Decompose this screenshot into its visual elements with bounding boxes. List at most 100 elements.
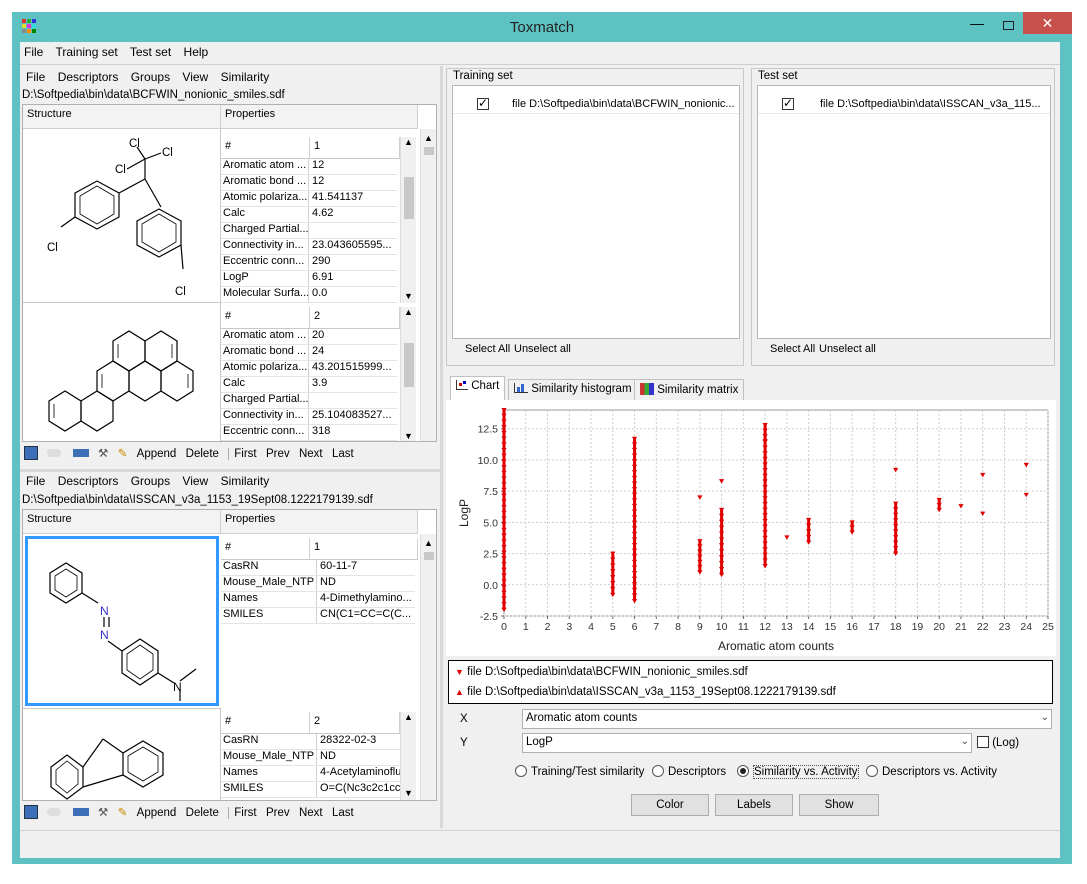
maximize-button[interactable]	[995, 16, 1021, 36]
property-row[interactable]: Aromatic bond ... 12	[221, 175, 397, 191]
edit-row-icon[interactable]	[72, 449, 89, 457]
property-row[interactable]: Aromatic bond ... 24	[221, 345, 397, 361]
tab-similarity-histogram[interactable]: Similarity histogram	[508, 379, 638, 401]
bottom-menu-similarity[interactable]: Similarity	[221, 474, 270, 488]
labels-button[interactable]: Labels	[715, 794, 793, 816]
top-menu-file[interactable]: File	[26, 70, 45, 84]
test-unselect-all[interactable]: Unselect all	[819, 343, 876, 355]
property-row[interactable]: Connectivity in... 23.043605595...	[221, 239, 397, 255]
property-row[interactable]: Atomic polariza... 41.541137	[221, 191, 397, 207]
tab-similarity-matrix[interactable]: Similarity matrix	[634, 379, 745, 401]
save-icon[interactable]	[24, 446, 38, 460]
scroll-up-arrow[interactable]: ▲	[424, 133, 433, 143]
property-scrollbar[interactable]: ▲ ▼	[400, 137, 416, 303]
erase-icon[interactable]	[47, 449, 62, 457]
tools-icon[interactable]: ⚒	[98, 448, 108, 460]
scroll-thumb[interactable]	[404, 177, 414, 219]
scroll-down-arrow[interactable]: ▼	[404, 431, 413, 441]
radio-training-test-similarity[interactable]: Training/Test similarity	[515, 765, 644, 778]
property-row[interactable]: Eccentric conn... 290	[221, 255, 397, 271]
tab-chart[interactable]: Chart	[450, 376, 506, 400]
x-axis-select[interactable]: Aromatic atom counts ⌄	[522, 709, 1052, 729]
menu-test-set[interactable]: Test set	[130, 45, 171, 59]
last-button[interactable]: Last	[332, 807, 354, 819]
property-row[interactable]: Connectivity in... 25.104083527...	[221, 409, 397, 425]
prev-button[interactable]: Prev	[266, 807, 290, 819]
log-checkbox[interactable]	[977, 736, 989, 748]
test-select-all[interactable]: Select All	[770, 343, 815, 355]
training-unselect-all[interactable]: Unselect all	[514, 343, 571, 355]
radio-descriptors-vs-activity[interactable]: Descriptors vs. Activity	[866, 765, 997, 778]
append-button[interactable]: Append	[137, 807, 177, 819]
top-menu-groups[interactable]: Groups	[131, 70, 170, 84]
pencil-icon[interactable]: ✎	[118, 448, 128, 460]
property-row[interactable]: CasRN 28322-02-3	[221, 734, 401, 750]
top-menu-similarity[interactable]: Similarity	[221, 70, 270, 84]
delete-button[interactable]: Delete	[186, 448, 219, 460]
y-axis-select[interactable]: LogP ⌄	[522, 733, 972, 753]
radio-descriptors[interactable]: Descriptors	[652, 765, 726, 778]
training-select-all[interactable]: Select All	[465, 343, 510, 355]
bottom-menu-groups[interactable]: Groups	[131, 474, 170, 488]
structure-column-header[interactable]: Structure	[23, 105, 221, 129]
scroll-up-arrow[interactable]: ▲	[404, 137, 413, 147]
scroll-up-arrow[interactable]: ▲	[404, 712, 413, 722]
bottom-menu-descriptors[interactable]: Descriptors	[58, 474, 119, 488]
property-scrollbar[interactable]: ▲ ▼	[400, 712, 416, 800]
close-button[interactable]: ✕	[1023, 12, 1072, 34]
property-scrollbar[interactable]: ▲ ▼	[400, 307, 416, 441]
log-checkbox-group[interactable]: (Log)	[977, 736, 1019, 749]
delete-button[interactable]: Delete	[186, 807, 219, 819]
first-button[interactable]: First	[228, 807, 257, 819]
property-row[interactable]: Molecular Surfa... 0.0	[221, 287, 397, 303]
tools-icon[interactable]: ⚒	[98, 807, 108, 819]
scroll-up-arrow[interactable]: ▲	[404, 307, 413, 317]
property-row[interactable]: Names4-Acetylaminoflu...	[221, 766, 401, 782]
properties-column-header[interactable]: Properties	[221, 105, 418, 129]
top-menu-view[interactable]: View	[182, 70, 208, 84]
vertical-splitter[interactable]	[440, 66, 443, 828]
structure-cell[interactable]	[23, 303, 221, 441]
next-button[interactable]: Next	[299, 807, 323, 819]
scroll-thumb[interactable]	[424, 552, 434, 560]
last-button[interactable]: Last	[332, 448, 354, 460]
first-button[interactable]: First	[228, 448, 257, 460]
test-file-item[interactable]: file D:\Softpedia\bin\data\ISSCAN_v3a_11…	[758, 96, 1050, 114]
property-row[interactable]: Charged Partial...	[221, 393, 397, 409]
scroll-down-arrow[interactable]: ▼	[404, 291, 413, 301]
property-row[interactable]: Charged Partial...	[221, 223, 397, 239]
training-file-checkbox[interactable]	[477, 96, 489, 110]
radio-similarity-vs-activity[interactable]: Similarity vs. Activity	[737, 765, 859, 779]
scroll-up-arrow[interactable]: ▲	[424, 538, 433, 548]
property-row[interactable]: Calc 3.9	[221, 377, 397, 393]
menu-file[interactable]: File	[24, 45, 43, 59]
menu-training-set[interactable]: Training set	[55, 45, 117, 59]
property-row[interactable]: SMILES CN(C1=CC=C(C...	[221, 608, 415, 624]
property-row[interactable]: Aromatic atom ... 20	[221, 329, 397, 345]
pencil-icon[interactable]: ✎	[118, 807, 128, 819]
test-file-checkbox[interactable]	[782, 96, 794, 110]
property-row[interactable]: CasRN 60-11-7	[221, 560, 415, 576]
property-row[interactable]: LogP 6.91	[221, 271, 397, 287]
training-file-item[interactable]: file D:\Softpedia\bin\data\BCFWIN_nonion…	[453, 96, 739, 114]
scatter-chart[interactable]: 0 1 2 3 4 5 6 7 8 9 10 11 12 13 14 15 16 17 18 19 20 21 22 23 24…	[446, 400, 1056, 656]
next-button[interactable]: Next	[299, 448, 323, 460]
properties-column-header[interactable]: Properties	[221, 510, 418, 534]
property-row[interactable]: Mouse_Male_NTP ND	[221, 750, 401, 766]
erase-icon[interactable]	[47, 808, 62, 816]
append-button[interactable]: Append	[137, 448, 177, 460]
structure-cell[interactable]	[23, 708, 221, 800]
scroll-down-arrow[interactable]: ▼	[404, 788, 413, 798]
property-row[interactable]: Names 4-Dimethylamino...	[221, 592, 415, 608]
table-scrollbar[interactable]: ▲	[420, 129, 436, 441]
bottom-menu-file[interactable]: File	[26, 474, 45, 488]
bottom-menu-view[interactable]: View	[182, 474, 208, 488]
show-button[interactable]: Show	[799, 794, 879, 816]
top-menu-descriptors[interactable]: Descriptors	[58, 70, 119, 84]
property-row[interactable]: Eccentric conn... 318	[221, 425, 397, 441]
scroll-thumb[interactable]	[424, 147, 434, 155]
structure-column-header[interactable]: Structure	[23, 510, 221, 534]
scroll-thumb[interactable]	[404, 343, 414, 387]
table-scrollbar[interactable]: ▲	[420, 534, 436, 800]
structure-cell[interactable]: Cl Cl Cl Cl Cl	[23, 129, 221, 303]
